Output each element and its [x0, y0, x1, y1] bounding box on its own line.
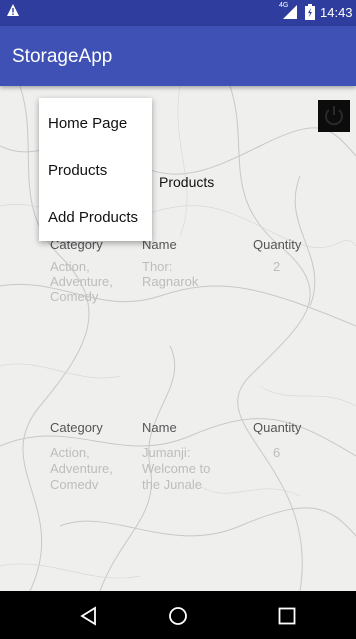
name-header: Name	[142, 420, 177, 435]
signal-icon	[283, 5, 297, 19]
product-category-line: Action,	[50, 259, 90, 274]
menu-item-home-page[interactable]: Home Page	[48, 115, 127, 132]
product-category-line: Adventure,	[50, 461, 113, 476]
menu-item-products[interactable]: Products	[48, 162, 107, 179]
menu-item-add-products[interactable]: Add Products	[48, 209, 138, 226]
product-name-line: Welcome to	[142, 461, 211, 476]
popup-menu: Home Page Products Add Products	[39, 98, 152, 241]
clock: 14:43	[320, 5, 353, 20]
quantity-header: Quantity	[253, 237, 302, 252]
warning-icon	[7, 4, 19, 16]
product-quantity: 2	[273, 259, 281, 274]
product-name-line: Jumanji:	[142, 445, 191, 460]
product-category-line: Adventure,	[50, 274, 113, 289]
category-header: Category	[50, 420, 103, 435]
home-icon[interactable]	[167, 605, 189, 627]
product-quantity: 6	[273, 445, 281, 460]
navigation-bar	[0, 591, 356, 639]
product-name-line: the Junale	[142, 477, 202, 492]
screen: 4G 14:43 StorageApp Products Category Na…	[0, 0, 356, 639]
recents-icon[interactable]	[276, 605, 298, 627]
product-category-line: Comedv	[50, 477, 99, 492]
product-name-line: Ragnarok	[142, 274, 199, 289]
page-heading: Products	[159, 174, 215, 190]
back-icon[interactable]	[78, 605, 100, 627]
battery-icon	[305, 4, 315, 20]
logout-button[interactable]	[318, 100, 350, 132]
product-name-line: Thor:	[142, 259, 173, 274]
app-bar: StorageApp	[0, 26, 356, 86]
app-title: StorageApp	[12, 46, 113, 67]
quantity-header: Quantity	[253, 420, 302, 435]
power-icon	[325, 106, 343, 126]
product-category-line: Comedy	[50, 289, 99, 304]
product-category-line: Action,	[50, 445, 90, 460]
status-bar: 4G 14:43	[0, 0, 356, 26]
